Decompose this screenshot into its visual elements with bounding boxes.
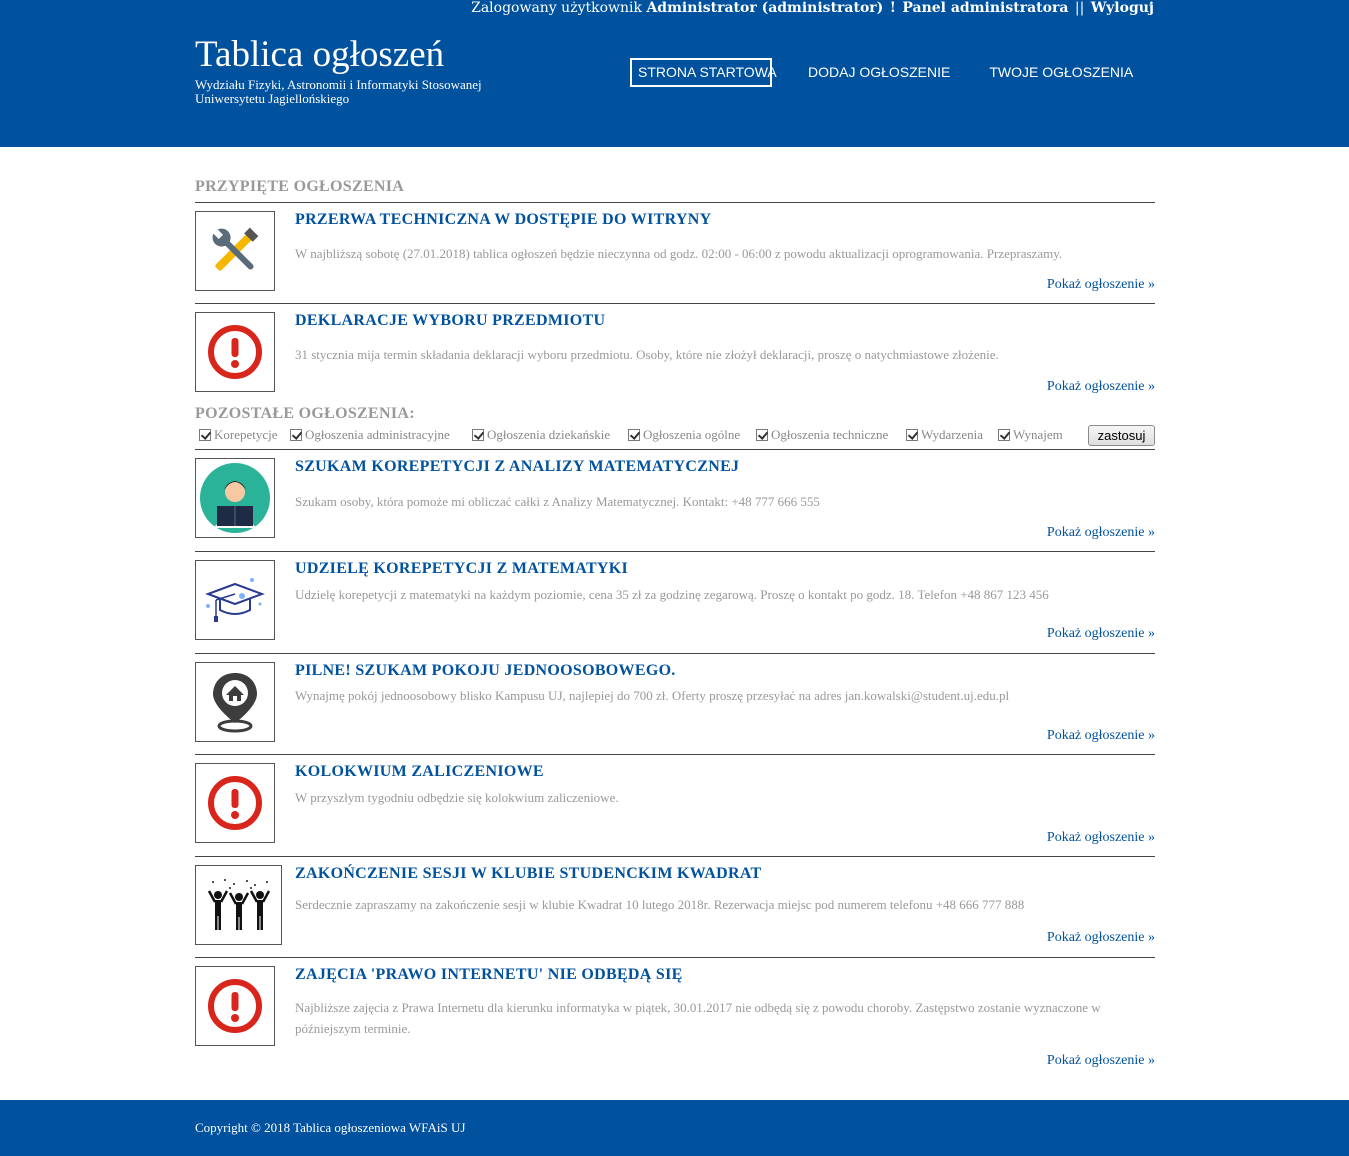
filter-ogolne[interactable]: Ogłoszenia ogólne [628, 427, 740, 443]
apply-filters-button[interactable]: zastosuj [1088, 425, 1155, 446]
checkbox[interactable] [628, 429, 640, 441]
copyright-text: Copyright © 2018 Tablica ogłoszeniowa WF… [195, 1120, 466, 1135]
filter-techniczne[interactable]: Ogłoszenia techniczne [756, 427, 888, 443]
main-content: PRZYPIĘTE OGŁOSZENIA PRZERWA TECHNICZNA … [195, 170, 1155, 1082]
announcement-title[interactable]: ZAKOŃCZENIE SESJI W KLUBIE STUDENCKIM KW… [295, 865, 762, 883]
filter-label: Ogłoszenia techniczne [771, 427, 889, 442]
checkbox[interactable] [199, 429, 211, 441]
announcement: ZAKOŃCZENIE SESJI W KLUBIE STUDENCKIM KW… [195, 857, 1155, 958]
announcement-title[interactable]: PILNE! SZUKAM POKOJU JEDNOOSOBOWEGO. [295, 662, 676, 680]
checkbox[interactable] [290, 429, 302, 441]
filter-wynajem[interactable]: Wynajem [998, 427, 1063, 443]
announcement: PILNE! SZUKAM POKOJU JEDNOOSOBOWEGO. Wyn… [195, 654, 1155, 755]
nav-add-announcement[interactable]: DODAJ OGŁOSZENIE [800, 58, 958, 87]
nav-my-announcements[interactable]: TWOJE OGŁOSZENIA [981, 58, 1141, 87]
filter-label: Wydarzenia [921, 427, 984, 442]
current-user: Administrator (administrator) [646, 0, 884, 16]
filter-administracyjne[interactable]: Ogłoszenia administracyjne [290, 427, 450, 443]
party-icon[interactable] [195, 865, 282, 945]
checkbox[interactable] [472, 429, 484, 441]
site-header: Zalogowany użytkownik Administrator (adm… [0, 0, 1349, 147]
announcement: DEKLARACJE WYBORU PRZEDMIOTU 31 stycznia… [195, 304, 1155, 404]
pinned-section-title: PRZYPIĘTE OGŁOSZENIA [195, 170, 1155, 203]
announcement-description: Szukam osoby, która pomoże mi obliczać c… [295, 494, 820, 509]
separator: ! [889, 0, 896, 16]
alert-icon[interactable] [195, 966, 275, 1046]
alert-icon[interactable] [195, 763, 275, 843]
main-nav: STRONA STARTOWA DODAJ OGŁOSZENIE TWOJE O… [630, 58, 1141, 87]
announcement-title[interactable]: PRZERWA TECHNICZNA W DOSTĘPIE DO WITRYNY [295, 211, 711, 229]
show-announcement-link[interactable]: Pokaż ogłoszenie » [1047, 830, 1155, 846]
announcement: ZAJĘCIA 'PRAWO INTERNETU' NIE ODBĘDĄ SIĘ… [195, 958, 1155, 1082]
checkbox[interactable] [756, 429, 768, 441]
other-section-title: POZOSTAŁE OGŁOSZENIA: [195, 405, 415, 422]
show-announcement-link[interactable]: Pokaż ogłoszenie » [1047, 626, 1155, 642]
nav-home[interactable]: STRONA STARTOWA [630, 58, 777, 87]
announcement: PRZERWA TECHNICZNA W DOSTĘPIE DO WITRYNY… [195, 203, 1155, 304]
announcement-title[interactable]: ZAJĘCIA 'PRAWO INTERNETU' NIE ODBĘDĄ SIĘ [295, 966, 683, 984]
announcement-description: Serdecznie zapraszamy na zakończenie ses… [295, 897, 1025, 912]
filter-label: Korepetycje [214, 427, 278, 442]
filter-label: Ogłoszenia administracyjne [305, 427, 450, 442]
logged-in-label: Zalogowany użytkownik [471, 0, 642, 16]
filter-wydarzenia[interactable]: Wydarzenia [906, 427, 983, 443]
subtitle-line: Wydziału Fizyki, Astronomii i Informatyk… [195, 77, 482, 92]
tools-icon[interactable] [195, 211, 275, 291]
announcement-description: W przyszłym tygodniu odbędzie się kolokw… [295, 790, 619, 805]
announcement-title[interactable]: SZUKAM KOREPETYCJI Z ANALIZY MATEMATYCZN… [295, 458, 739, 476]
announcement-description: 31 stycznia mija termin składania deklar… [295, 347, 999, 362]
announcement-description: W najbliższą sobotę (27.01.2018) tablica… [295, 246, 1063, 261]
announcement-description: Najbliższe zajęcia z Prawa Internetu dla… [295, 1000, 1101, 1036]
home-location-icon[interactable] [195, 662, 275, 742]
separator: || [1074, 0, 1085, 16]
filter-label: Wynajem [1013, 427, 1063, 442]
show-announcement-link[interactable]: Pokaż ogłoszenie » [1047, 379, 1155, 395]
category-filters: Korepetycje Ogłoszenia administracyjne O… [195, 424, 1155, 450]
announcement: KOLOKWIUM ZALICZENIOWE W przyszłym tygod… [195, 755, 1155, 857]
student-icon[interactable] [195, 458, 275, 538]
checkbox[interactable] [906, 429, 918, 441]
announcement-description: Udzielę korepetycji z matematyki na każd… [295, 587, 1049, 602]
show-announcement-link[interactable]: Pokaż ogłoszenie » [1047, 1053, 1155, 1069]
filter-korepetycje[interactable]: Korepetycje [199, 427, 278, 443]
announcement-description: Wynajmę pokój jednoosobowy blisko Kampus… [295, 688, 1010, 703]
filter-label: Ogłoszenia ogólne [643, 427, 741, 442]
site-footer: Copyright © 2018 Tablica ogłoszeniowa WF… [0, 1100, 1349, 1156]
site-title[interactable]: Tablica ogłoszeń [195, 36, 444, 74]
show-announcement-link[interactable]: Pokaż ogłoszenie » [1047, 728, 1155, 744]
user-bar: Zalogowany użytkownik Administrator (adm… [471, 0, 1154, 16]
graduation-cap-icon[interactable] [195, 560, 275, 640]
site-subtitle: Wydziału Fizyki, Astronomii i Informatyk… [195, 78, 482, 106]
show-announcement-link[interactable]: Pokaż ogłoszenie » [1047, 930, 1155, 946]
announcement-title[interactable]: KOLOKWIUM ZALICZENIOWE [295, 763, 544, 781]
filter-dziekanskie[interactable]: Ogłoszenia dziekańskie [472, 427, 610, 443]
announcement-title[interactable]: DEKLARACJE WYBORU PRZEDMIOTU [295, 312, 605, 330]
logout-link[interactable]: Wyloguj [1091, 0, 1154, 16]
announcement-title[interactable]: UDZIELĘ KOREPETYCJI Z MATEMATYKI [295, 560, 628, 578]
alert-icon[interactable] [195, 312, 275, 392]
announcement: SZUKAM KOREPETYCJI Z ANALIZY MATEMATYCZN… [195, 450, 1155, 552]
admin-panel-link[interactable]: Panel administratora [902, 0, 1068, 16]
subtitle-line: Uniwersytetu Jagiellońskiego [195, 91, 350, 106]
checkbox[interactable] [998, 429, 1010, 441]
show-announcement-link[interactable]: Pokaż ogłoszenie » [1047, 525, 1155, 541]
show-announcement-link[interactable]: Pokaż ogłoszenie » [1047, 277, 1155, 293]
filter-label: Ogłoszenia dziekańskie [487, 427, 611, 442]
announcement: UDZIELĘ KOREPETYCJI Z MATEMATYKI Udzielę… [195, 552, 1155, 654]
